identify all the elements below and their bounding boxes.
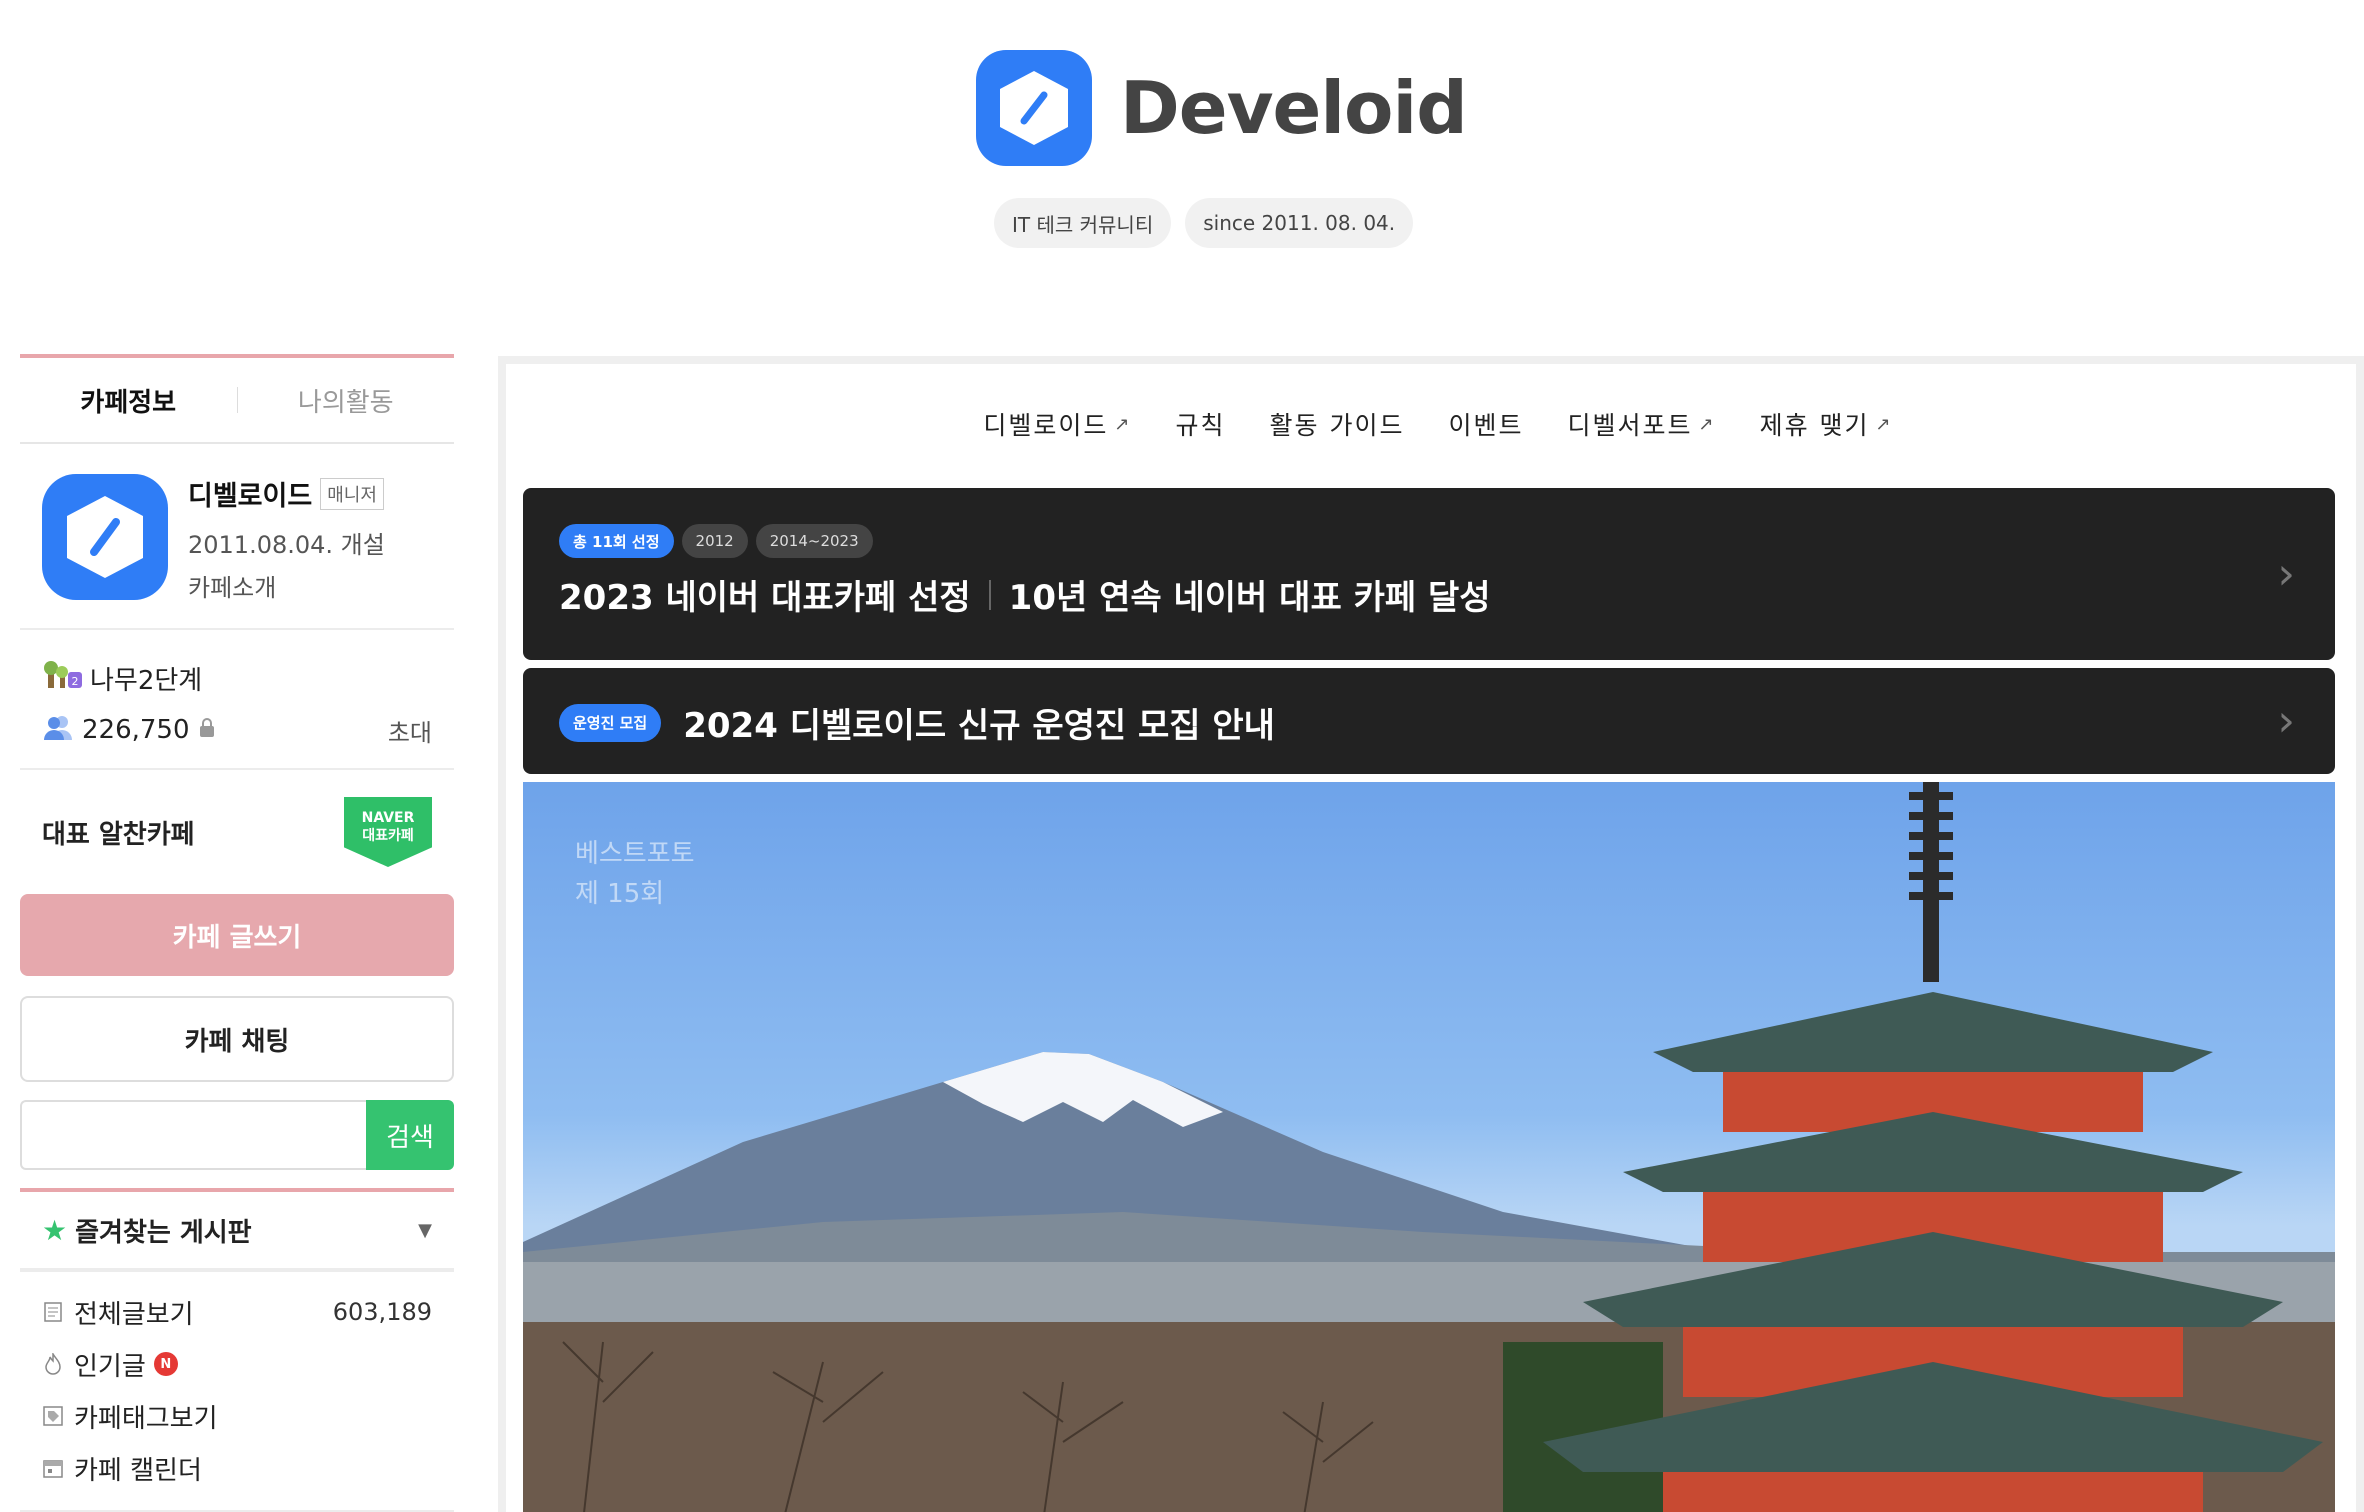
tree-level-icon: 2 <box>42 660 82 697</box>
menu-calendar[interactable]: 카페 캘린더 <box>42 1442 432 1494</box>
chip-year-range: 2014~2023 <box>755 524 873 558</box>
manager-badge: 매니저 <box>320 477 384 510</box>
external-link-icon: ↗ <box>1114 413 1132 435</box>
cafe-name[interactable]: 디벨로이드 <box>188 474 312 513</box>
member-count[interactable]: 226,750 <box>82 715 190 745</box>
document-icon <box>42 1301 64 1323</box>
tab-my-activity[interactable]: 나의활동 <box>238 382 455 419</box>
calendar-icon <box>42 1457 64 1479</box>
banner2-row: 운영진 모집 2024 디벨로이드 신규 운영진 모집 안내 <box>559 698 1275 747</box>
site-header: Develoid IT 테크 커뮤니티 since 2011. 08. 04. <box>0 0 1580 248</box>
banner-chips: 총 11회 선정 2012 2014~2023 <box>559 524 873 558</box>
cafe-level: 2 나무2단계 <box>42 660 432 697</box>
new-badge: N <box>153 1352 178 1376</box>
sidebar-tabs: 카페정보 나의활동 <box>20 354 454 444</box>
chip-year-2012: 2012 <box>681 524 748 558</box>
menu-cafe-tags[interactable]: 카페태그보기 <box>42 1390 432 1442</box>
site-logo[interactable]: Develoid <box>976 50 1468 166</box>
develoid-logo-icon <box>976 50 1092 166</box>
cafe-level-row: 2 나무2단계 <box>42 652 432 704</box>
menu-all-posts-label: 전체글보기 <box>74 1299 194 1330</box>
best-photo-image <box>523 782 2335 1512</box>
nav-partnership[interactable]: 제휴 맺기 ↗ <box>1760 406 1893 442</box>
banner1-title-right: 10년 연속 네이버 대표 카페 달성 <box>1008 578 1491 618</box>
svg-text:2: 2 <box>72 675 79 688</box>
chevron-right-icon: › <box>2277 695 2295 747</box>
menu-popular-label-wrap: 인기글 N <box>74 1346 432 1383</box>
favorite-boards-header[interactable]: ★ 즐겨찾는 게시판 ▼ <box>20 1188 454 1272</box>
members-icon <box>42 714 74 747</box>
nav-events-label: 이벤트 <box>1448 411 1524 440</box>
external-link-icon: ↗ <box>1875 413 1893 435</box>
nav-rules-label: 규칙 <box>1175 411 1226 440</box>
representative-label: 대표 알찬카페 <box>42 819 195 850</box>
representative-cafe: 대표 알찬카페 NAVER 대표카페 <box>20 770 454 894</box>
cafe-intro-link[interactable]: 카페소개 <box>188 568 385 603</box>
title-divider <box>988 579 991 610</box>
best-photo-caption: 베스트포토 제 15회 <box>575 834 695 914</box>
chip-staff-recruit: 운영진 모집 <box>559 703 662 742</box>
menu-popular-label: 인기글 <box>74 1351 146 1382</box>
naver-representative-badge[interactable]: NAVER 대표카페 <box>344 797 432 867</box>
best-photo-title: 베스트포토 <box>575 839 695 869</box>
chip-selected-count: 총 11회 선정 <box>559 524 674 558</box>
cafe-info: 디벨로이드 매니저 2011.08.04. 개설 카페소개 <box>20 444 454 630</box>
tag-icon <box>42 1405 64 1427</box>
sidebar: 카페정보 나의활동 디벨로이드 매니저 2011.08.04. 개설 카페소개 <box>20 354 454 1512</box>
naver-badge-brand: NAVER <box>361 810 415 826</box>
search-button[interactable]: 검색 <box>366 1100 454 1170</box>
menu-all-posts[interactable]: 전체글보기 603,189 <box>42 1286 432 1338</box>
cafe-search-input[interactable] <box>20 1100 366 1170</box>
menu-calendar-label: 카페 캘린더 <box>74 1455 202 1486</box>
site-title: Develoid <box>1120 66 1468 150</box>
member-row: 226,750 초대 <box>42 704 432 756</box>
top-nav: 디벨로이드 ↗ 규칙 활동 가이드 이벤트 디벨서포트 ↗ 제휴 맺기 ↗ <box>506 364 2356 484</box>
nav-develsupport[interactable]: 디벨서포트 ↗ <box>1567 406 1715 442</box>
nav-activity-guide-label: 활동 가이드 <box>1269 411 1405 440</box>
cafe-avatar[interactable] <box>42 474 168 600</box>
favorite-boards-title: 즐겨찾는 게시판 <box>75 1217 252 1248</box>
cafe-chat-button[interactable]: 카페 채팅 <box>20 996 454 1082</box>
menu-cafe-tags-label: 카페태그보기 <box>74 1403 218 1434</box>
board-menu: 전체글보기 603,189 인기글 N 카페태그보기 카페 캘린더 <box>20 1272 454 1512</box>
tag-community: IT 테크 커뮤니티 <box>994 198 1172 248</box>
cafe-search: 검색 <box>20 1100 454 1170</box>
nav-develoid[interactable]: 디벨로이드 ↗ <box>983 406 1131 442</box>
menu-popular[interactable]: 인기글 N <box>42 1338 432 1390</box>
external-link-icon: ↗ <box>1698 413 1716 435</box>
nav-develoid-label: 디벨로이드 <box>983 411 1109 440</box>
flame-icon <box>42 1353 64 1375</box>
cafe-level-text[interactable]: 나무2단계 <box>90 660 202 697</box>
cafe-meta: 디벨로이드 매니저 2011.08.04. 개설 카페소개 <box>188 474 385 628</box>
banner-staff-recruit[interactable]: 운영진 모집 2024 디벨로이드 신규 운영진 모집 안내 › <box>523 668 2335 774</box>
write-post-button[interactable]: 카페 글쓰기 <box>20 894 454 976</box>
main-content: 디벨로이드 ↗ 규칙 활동 가이드 이벤트 디벨서포트 ↗ 제휴 맺기 ↗ 총 … <box>498 356 2364 1512</box>
banner1-title: 2023 네이버 대표카페 선정 10년 연속 네이버 대표 카페 달성 <box>559 570 1491 619</box>
nav-develsupport-label: 디벨서포트 <box>1567 411 1693 440</box>
best-photo[interactable]: 베스트포토 제 15회 <box>523 782 2335 1512</box>
cafe-name-row: 디벨로이드 매니저 <box>188 474 385 513</box>
header-tags: IT 테크 커뮤니티 since 2011. 08. 04. <box>994 198 1414 248</box>
lock-icon <box>198 715 216 745</box>
cafe-founded-date: 2011.08.04. 개설 <box>188 531 385 559</box>
chevron-right-icon: › <box>2277 548 2295 600</box>
nav-rules[interactable]: 규칙 <box>1175 406 1225 442</box>
star-icon: ★ <box>42 1213 68 1247</box>
tag-since: since 2011. 08. 04. <box>1185 198 1414 248</box>
member-count-group: 226,750 <box>42 714 388 747</box>
naver-badge-label: 대표카페 <box>362 828 414 844</box>
banner1-title-left: 2023 네이버 대표카페 선정 <box>559 578 971 618</box>
invite-link[interactable]: 초대 <box>388 713 432 748</box>
cafe-stats: 2 나무2단계 226,750 초대 <box>20 630 454 770</box>
all-posts-count: 603,189 <box>332 1298 432 1326</box>
banner2-title: 2024 디벨로이드 신규 운영진 모집 안내 <box>683 706 1275 746</box>
nav-activity-guide[interactable]: 활동 가이드 <box>1270 406 1405 442</box>
chevron-down-icon[interactable]: ▼ <box>418 1220 432 1241</box>
best-photo-round: 제 15회 <box>575 879 665 909</box>
nav-partnership-label: 제휴 맺기 <box>1759 411 1870 440</box>
banner-representative-cafe[interactable]: 총 11회 선정 2012 2014~2023 2023 네이버 대표카페 선정… <box>523 488 2335 660</box>
tab-cafe-info[interactable]: 카페정보 <box>20 382 237 419</box>
nav-events[interactable]: 이벤트 <box>1448 406 1523 442</box>
